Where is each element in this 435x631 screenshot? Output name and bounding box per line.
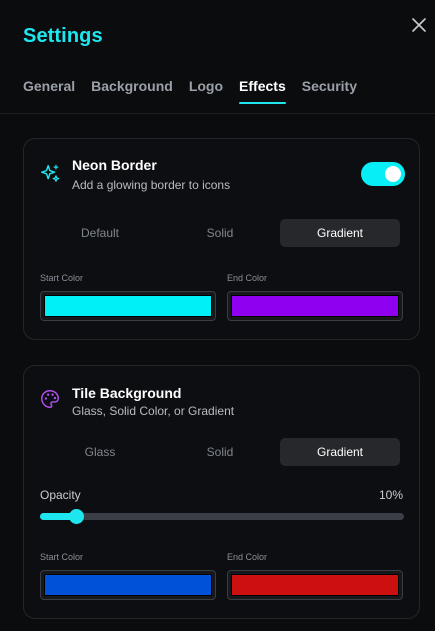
opacity-slider-thumb[interactable] <box>69 509 85 524</box>
mode-default-button[interactable]: Default <box>40 219 160 247</box>
end-color-label: End Color <box>227 273 268 283</box>
neon-start-color-picker[interactable] <box>40 291 216 321</box>
start-color-label: Start Color <box>40 273 84 283</box>
tab-general[interactable]: General <box>23 78 75 104</box>
opacity-slider[interactable] <box>40 509 404 524</box>
tile-end-color-picker[interactable] <box>227 570 403 600</box>
tile-background-card: Tile Background Glass, Solid Color, or G… <box>23 365 420 619</box>
neon-end-color-picker[interactable] <box>227 291 403 321</box>
color-fill <box>44 295 212 317</box>
tab-bar: General Background Logo Effects Security <box>23 78 357 106</box>
start-color-label: Start Color <box>40 552 84 562</box>
tab-background[interactable]: Background <box>91 78 173 104</box>
page-title: Settings <box>23 25 103 47</box>
settings-panel: Settings General Background Logo Effects… <box>0 0 435 631</box>
sparkles-icon <box>41 164 60 182</box>
tile-background-mode-selector: Glass Solid Gradient <box>40 438 400 466</box>
neon-border-toggle[interactable] <box>361 162 405 186</box>
neon-border-card: Neon Border Add a glowing border to icon… <box>23 138 420 340</box>
color-fill <box>231 295 399 317</box>
end-color-label: End Color <box>227 552 268 562</box>
toggle-knob <box>385 166 401 182</box>
opacity-label: Opacity <box>40 488 81 502</box>
close-icon <box>412 18 426 32</box>
tab-effects[interactable]: Effects <box>239 78 286 104</box>
neon-border-subtitle: Add a glowing border to icons <box>72 178 231 192</box>
color-fill <box>44 574 212 596</box>
mode-solid-button[interactable]: Solid <box>160 219 280 247</box>
neon-border-mode-selector: Default Solid Gradient <box>40 219 400 247</box>
palette-icon <box>41 390 59 408</box>
tab-security[interactable]: Security <box>302 78 357 104</box>
opacity-value: 10% <box>378 488 403 502</box>
mode-gradient-button[interactable]: Gradient <box>280 219 400 247</box>
color-fill <box>231 574 399 596</box>
tile-start-color-picker[interactable] <box>40 570 216 600</box>
tab-logo[interactable]: Logo <box>189 78 223 104</box>
mode-gradient-button[interactable]: Gradient <box>280 438 400 466</box>
neon-border-title: Neon Border <box>72 157 157 173</box>
tile-background-subtitle: Glass, Solid Color, or Gradient <box>72 404 235 418</box>
mode-glass-button[interactable]: Glass <box>40 438 160 466</box>
mode-solid-button[interactable]: Solid <box>160 438 280 466</box>
tile-background-title: Tile Background <box>72 385 182 401</box>
close-button[interactable] <box>409 15 429 35</box>
tab-divider <box>0 113 435 114</box>
